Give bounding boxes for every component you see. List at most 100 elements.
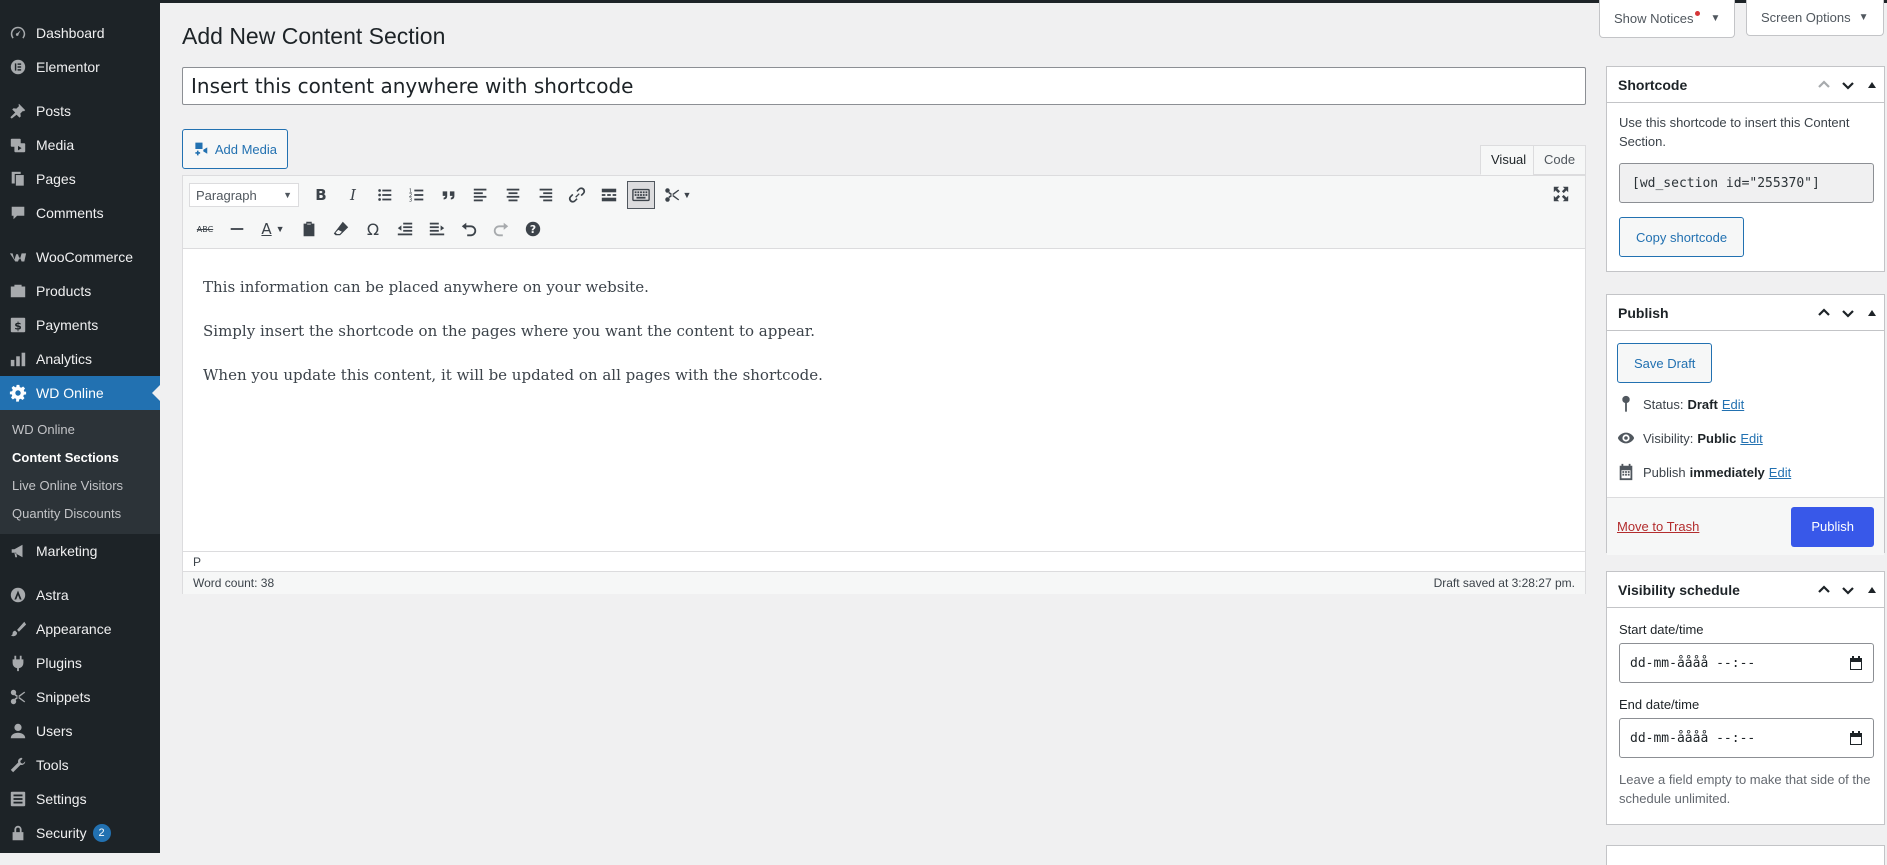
sidebar-item-astra[interactable]: Astra <box>0 578 160 612</box>
blockquote-button[interactable] <box>433 181 465 209</box>
publish-box: Publish Save Draft Status: Draft Edit Vi… <box>1606 294 1885 555</box>
add-media-icon <box>195 142 208 156</box>
move-to-trash-link[interactable]: Move to Trash <box>1617 519 1699 534</box>
calendar-icon[interactable] <box>1849 656 1863 670</box>
toggle-panel-button[interactable] <box>1860 67 1884 102</box>
tab-code[interactable]: Code <box>1533 145 1587 175</box>
sidebar-item-pages[interactable]: Pages <box>0 162 160 196</box>
start-date-label: Start date/time <box>1619 622 1704 637</box>
sidebar-item-snippets[interactable]: Snippets <box>0 680 160 714</box>
publish-button[interactable]: Publish <box>1791 506 1874 547</box>
sidebar-item-media[interactable]: Media <box>0 128 160 162</box>
indent-button[interactable] <box>421 215 453 243</box>
paste-text-button[interactable] <box>293 215 325 243</box>
sidebar-item-plugins[interactable]: Plugins <box>0 646 160 680</box>
align-right-button[interactable] <box>529 181 561 209</box>
shortcode-description: Use this shortcode to insert this Conten… <box>1619 115 1850 149</box>
edit-publish-date-link[interactable]: Edit <box>1769 465 1791 480</box>
draft-saved-status: Draft saved at 3:28:27 pm. <box>1433 576 1575 590</box>
numbered-list-button[interactable]: 123 <box>401 181 433 209</box>
sidebar-item-label: WD Online <box>36 385 104 401</box>
move-down-button[interactable] <box>1836 295 1860 330</box>
text-color-button[interactable]: A ▼ <box>253 215 293 243</box>
sidebar-item-posts[interactable]: Posts <box>0 94 160 128</box>
help-icon: ? <box>525 221 541 237</box>
toggle-panel-button[interactable] <box>1860 572 1884 607</box>
help-button[interactable]: ? <box>517 215 549 243</box>
megaphone-icon <box>8 541 28 561</box>
sidebar-item-woocommerce[interactable]: WooCommerce <box>0 240 160 274</box>
sidebar-item-products[interactable]: Products <box>0 274 160 308</box>
redo-button[interactable] <box>485 215 517 243</box>
submenu-item-content-sections[interactable]: Content Sections <box>0 444 160 472</box>
strikethrough-button[interactable]: ABC <box>189 215 221 243</box>
sidebar-item-payments[interactable]: $ Payments <box>0 308 160 342</box>
calendar-icon[interactable] <box>1849 731 1863 745</box>
sidebar-item-security[interactable]: Security 2 <box>0 816 160 850</box>
show-notices-label: Show Notices <box>1614 11 1694 26</box>
sidebar-item-label: Pages <box>36 171 76 187</box>
edit-visibility-link[interactable]: Edit <box>1740 431 1762 446</box>
text-color-icon: A <box>261 220 272 238</box>
add-media-button[interactable]: Add Media <box>182 129 288 169</box>
toggle-panel-button[interactable] <box>1860 295 1884 330</box>
start-date-input[interactable]: dd-mm-åååå --:-- <box>1619 643 1874 683</box>
sidebar-item-dashboard[interactable]: Dashboard <box>0 16 160 50</box>
submenu-item-live-online-visitors[interactable]: Live Online Visitors <box>0 472 160 500</box>
bold-button[interactable]: B <box>305 181 337 209</box>
bullet-list-button[interactable] <box>369 181 401 209</box>
clear-formatting-button[interactable] <box>325 215 357 243</box>
shortcode-field[interactable]: [wd_section id="255370"] <box>1619 163 1874 203</box>
visibility-schedule-title: Visibility schedule <box>1618 581 1740 598</box>
bullet-list-icon <box>378 189 392 201</box>
save-draft-button[interactable]: Save Draft <box>1617 343 1713 383</box>
outdent-button[interactable] <box>389 215 421 243</box>
sidebar-item-marketing[interactable]: Marketing <box>0 534 160 568</box>
chevron-down-icon <box>1842 309 1854 318</box>
toolbar-toggle-button[interactable] <box>627 181 655 209</box>
move-up-button[interactable] <box>1812 572 1836 607</box>
submenu-item-quantity-discounts[interactable]: Quantity Discounts <box>0 500 160 528</box>
sidebar-item-settings[interactable]: Settings <box>0 782 160 816</box>
sidebar-item-elementor[interactable]: Elementor <box>0 50 160 84</box>
sidebar-item-comments[interactable]: Comments <box>0 196 160 230</box>
insert-link-button[interactable] <box>561 181 593 209</box>
sidebar-item-label: Comments <box>36 205 104 221</box>
status-value: Draft <box>1687 396 1718 412</box>
sidebar-item-analytics[interactable]: Analytics <box>0 342 160 376</box>
edit-status-link[interactable]: Edit <box>1722 397 1744 412</box>
snippets-dropdown-button[interactable]: ▼ <box>657 181 697 209</box>
align-center-button[interactable] <box>497 181 529 209</box>
content-paragraph: This information can be placed anywhere … <box>203 278 649 296</box>
move-down-button[interactable] <box>1836 572 1860 607</box>
end-date-label: End date/time <box>1619 697 1700 712</box>
special-character-button[interactable]: Ω <box>357 215 389 243</box>
sidebar-item-tools[interactable]: Tools <box>0 748 160 782</box>
post-title-input[interactable]: Insert this content anywhere with shortc… <box>182 67 1586 105</box>
fullscreen-button[interactable] <box>1545 180 1577 208</box>
format-select[interactable]: Paragraph ▼ <box>189 183 299 207</box>
align-left-button[interactable] <box>465 181 497 209</box>
end-date-input[interactable]: dd-mm-åååå --:-- <box>1619 718 1874 758</box>
sidebar-item-appearance[interactable]: Appearance <box>0 612 160 646</box>
start-date-placeholder: dd-mm-åååå --:-- <box>1630 655 1756 671</box>
show-notices-button[interactable]: Show Notices ▼ <box>1599 0 1736 38</box>
editor-content[interactable]: This information can be placed anywhere … <box>183 249 1585 551</box>
read-more-button[interactable] <box>593 181 625 209</box>
copy-shortcode-button[interactable]: Copy shortcode <box>1619 217 1745 257</box>
move-up-button[interactable] <box>1812 295 1836 330</box>
undo-button[interactable] <box>453 215 485 243</box>
move-down-button[interactable] <box>1836 67 1860 102</box>
move-up-button[interactable] <box>1812 67 1836 102</box>
screen-options-button[interactable]: Screen Options ▼ <box>1746 0 1884 36</box>
submenu-item-wd-online[interactable]: WD Online <box>0 416 160 444</box>
italic-button[interactable]: I <box>337 181 369 209</box>
sidebar-submenu: WD Online Content Sections Live Online V… <box>0 410 160 534</box>
tab-visual[interactable]: Visual <box>1480 145 1538 175</box>
analytics-icon <box>8 349 28 369</box>
sidebar-item-users[interactable]: Users <box>0 714 160 748</box>
chevron-down-icon: ▼ <box>682 190 692 200</box>
gear-icon <box>8 383 28 403</box>
horizontal-line-button[interactable] <box>221 215 253 243</box>
sidebar-item-wd-online[interactable]: WD Online <box>0 376 160 410</box>
